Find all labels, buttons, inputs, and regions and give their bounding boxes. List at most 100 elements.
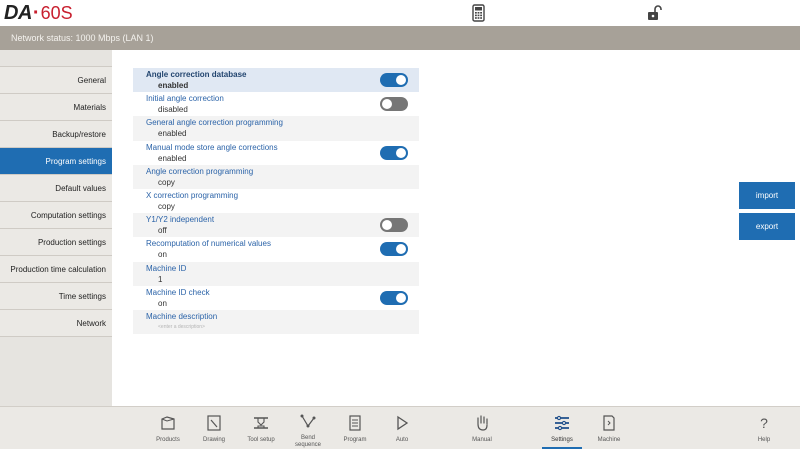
toggle-knob xyxy=(396,244,406,255)
setting-label: Y1/Y2 independent xyxy=(146,215,215,225)
bottom-toolbar: Products Drawing Tool setup Bend sequenc… xyxy=(0,406,800,449)
toggle-knob xyxy=(382,99,392,110)
setting-label: Manual mode store angle corrections xyxy=(146,142,278,152)
machine-icon xyxy=(603,415,615,431)
setting-label: Machine ID xyxy=(146,263,187,273)
sidebar-item-general[interactable]: General xyxy=(0,67,112,94)
setting-value: enabled xyxy=(158,129,187,139)
top-bar: DA · 60S xyxy=(0,0,800,26)
toolbar-tool-setup[interactable]: Tool setup xyxy=(239,407,283,449)
toolbar-label: Program xyxy=(343,437,367,443)
sidebar-top-spacer xyxy=(0,50,112,67)
toolbar-label: Settings xyxy=(551,437,573,443)
setting-y1-y2-independent[interactable]: Y1/Y2 independent off xyxy=(133,213,419,238)
sidebar-item-network[interactable]: Network xyxy=(0,310,112,337)
setting-value: copy xyxy=(158,201,175,211)
setting-value: copy xyxy=(158,177,175,187)
setting-angle-correction-programming[interactable]: Angle correction programming copy xyxy=(133,164,419,189)
setting-label: Machine ID check xyxy=(146,287,210,297)
logo-model: 60S xyxy=(40,3,73,23)
toolbar-label-line1: Bend xyxy=(300,435,315,441)
logo: DA · 60S xyxy=(4,2,73,24)
settings-list-icon xyxy=(555,415,569,431)
toolbar-bend-sequence[interactable]: Bend sequence xyxy=(286,407,330,449)
setting-value: on xyxy=(158,250,167,260)
setting-label: Recomputation of numerical values xyxy=(146,239,271,249)
toolbar-settings[interactable]: Settings xyxy=(540,407,584,449)
setting-value: off xyxy=(158,226,167,236)
toggle-knob xyxy=(396,147,406,158)
recomputation-of-numerical-values-toggle[interactable] xyxy=(380,242,408,257)
sidebar-item-computation-settings[interactable]: Computation settings xyxy=(0,202,112,229)
sidebar-item-production-time-calculation[interactable]: Production time calculation xyxy=(0,256,112,283)
setting-value: 1 xyxy=(158,274,163,284)
toolbar-products[interactable]: Products xyxy=(146,407,190,449)
unlock-icon[interactable] xyxy=(646,4,662,22)
export-button[interactable]: export xyxy=(739,213,795,240)
toolbar-label: Help xyxy=(757,437,771,443)
setting-machine-id[interactable]: Machine ID 1 xyxy=(133,261,419,286)
sidebar-item-program-settings[interactable]: Program settings xyxy=(0,148,112,175)
setting-x-correction-programming[interactable]: X correction programming copy xyxy=(133,189,419,213)
products-icon xyxy=(161,416,175,430)
toggle-knob xyxy=(396,292,406,303)
calculator-icon[interactable] xyxy=(471,4,487,22)
setting-value: disabled xyxy=(158,105,188,115)
sidebar-item-time-settings[interactable]: Time settings xyxy=(0,283,112,310)
toolbar-label: Tool setup xyxy=(247,437,275,443)
toggle-knob xyxy=(382,220,392,231)
toolbar-label-line2: sequence xyxy=(294,441,322,448)
toolbar-manual[interactable]: Manual xyxy=(460,407,504,449)
sidebar-item-materials[interactable]: Materials xyxy=(0,94,112,121)
sidebar-item-default-values[interactable]: Default values xyxy=(0,175,112,202)
initial-angle-correction-toggle[interactable] xyxy=(380,97,408,112)
setting-value: enabled xyxy=(158,153,187,163)
program-icon xyxy=(349,415,361,431)
toggle-knob xyxy=(396,75,406,85)
setting-label: Machine description xyxy=(146,311,218,321)
toolbar-machine[interactable]: Machine xyxy=(587,407,631,449)
settings-sidebar: General Materials Backup/restore Program… xyxy=(0,50,112,406)
setting-initial-angle-correction[interactable]: Initial angle correction disabled xyxy=(133,92,419,116)
setting-label: Initial angle correction xyxy=(146,94,224,104)
angle-correction-database-toggle[interactable] xyxy=(380,73,408,87)
setting-machine-id-check[interactable]: Machine ID check on xyxy=(133,286,419,310)
tool-setup-icon xyxy=(254,417,268,429)
toolbar-help[interactable]: ? Help xyxy=(742,407,786,449)
toolbar-label: Bend sequence xyxy=(286,435,330,448)
setting-label: Angle correction database xyxy=(146,70,247,79)
manual-mode-store-angle-corrections-toggle[interactable] xyxy=(380,145,408,160)
setting-label: Angle correction programming xyxy=(146,166,254,176)
import-button[interactable]: import xyxy=(739,182,795,209)
setting-general-angle-correction-programming[interactable]: General angle correction programming ena… xyxy=(133,116,419,141)
toolbar-auto[interactable]: Auto xyxy=(380,407,424,449)
toolbar-program[interactable]: Program xyxy=(333,407,377,449)
sidebar-item-backup-restore[interactable]: Backup/restore xyxy=(0,121,112,148)
setting-label: X correction programming xyxy=(146,190,239,200)
setting-label: General angle correction programming xyxy=(146,118,283,128)
drawing-icon xyxy=(207,415,221,431)
setting-angle-correction-database[interactable]: Angle correction database enabled xyxy=(133,68,419,93)
toolbar-label: Drawing xyxy=(202,437,225,443)
toolbar-label: Auto xyxy=(395,437,409,443)
setting-machine-description[interactable]: Machine description <enter a description… xyxy=(133,309,419,335)
hand-icon xyxy=(477,415,488,431)
toolbar-label: Machine xyxy=(597,437,621,443)
sidebar-item-production-settings[interactable]: Production settings xyxy=(0,229,112,256)
help-icon: ? xyxy=(760,415,768,431)
play-icon xyxy=(397,415,409,431)
svg-text:?: ? xyxy=(760,415,768,431)
logo-brand: DA xyxy=(4,2,32,24)
setting-value: on xyxy=(158,298,167,308)
machine-id-check-toggle[interactable] xyxy=(380,290,408,305)
machine-description-input[interactable]: <enter a description> xyxy=(146,322,419,333)
toolbar-label: Products xyxy=(156,437,180,443)
toolbar-drawing[interactable]: Drawing xyxy=(192,407,236,449)
network-status-bar: Network status: 1000 Mbps (LAN 1) xyxy=(0,26,800,50)
setting-manual-mode-store-angle-corrections[interactable]: Manual mode store angle corrections enab… xyxy=(133,141,419,165)
setting-recomputation-of-numerical-values[interactable]: Recomputation of numerical values on xyxy=(133,237,419,261)
y1-y2-independent-toggle[interactable] xyxy=(380,218,408,233)
bend-sequence-icon xyxy=(300,414,316,428)
logo-dot: · xyxy=(32,2,40,24)
program-settings-list: Angle correction database enabled Initia… xyxy=(133,68,419,335)
